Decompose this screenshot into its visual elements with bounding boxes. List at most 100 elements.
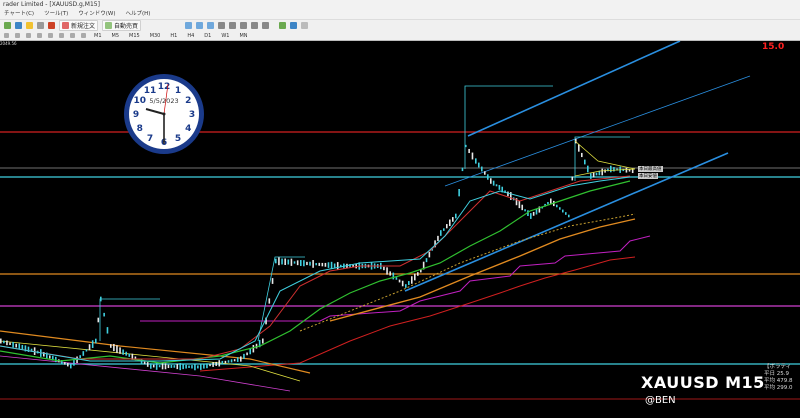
candle (601, 168, 604, 176)
candle (182, 364, 184, 370)
menu-tools[interactable]: ツール(T) (44, 10, 68, 19)
bar-chart-icon[interactable] (185, 22, 193, 29)
clock-numeral: 1 (175, 86, 181, 96)
period-icon[interactable] (290, 22, 298, 29)
navigator-icon[interactable] (37, 22, 44, 29)
candle (125, 351, 127, 356)
candle (290, 258, 293, 266)
timeframe-m5[interactable]: M5 (110, 33, 122, 39)
menu-bar: チャート(C) ツール(T) ウィンドウ(W) ヘルプ(H) (0, 10, 800, 19)
window-title: rader Limited - [XAUUSD.g,M15] (3, 1, 100, 8)
candle (446, 224, 448, 229)
templates-icon[interactable] (301, 22, 309, 29)
clock-numeral: 5 (175, 134, 181, 144)
candle (49, 355, 51, 359)
candle (471, 152, 474, 160)
candle (468, 148, 470, 154)
candle (103, 312, 105, 317)
candle (9, 342, 11, 346)
candle (556, 204, 558, 208)
volatility-box: 【ボラティ 平日 25.9 平均 479.8 平均 299.0 (764, 364, 800, 404)
timeframe-m30[interactable]: M30 (148, 33, 163, 39)
timeframe-h1[interactable]: H1 (168, 33, 179, 39)
profiles-icon[interactable] (15, 22, 22, 29)
candle (590, 173, 592, 179)
clock-numeral: 4 (185, 124, 191, 134)
menu-chart[interactable]: チャート(C) (4, 10, 34, 19)
candle (287, 259, 290, 265)
indicators-icon[interactable] (279, 22, 287, 29)
horizontal-line-icon[interactable] (37, 33, 42, 38)
auto-trade-label: 自動売買 (114, 23, 139, 30)
zoom-in-icon[interactable] (218, 22, 226, 29)
trendline-icon[interactable] (48, 33, 53, 38)
autoscroll-icon[interactable] (251, 22, 259, 29)
candle (535, 208, 538, 215)
timeframe-d1[interactable]: D1 (202, 33, 213, 39)
menu-help[interactable]: ヘルプ(H) (125, 10, 150, 19)
candle (116, 345, 118, 353)
candle (411, 276, 413, 284)
candle (309, 261, 311, 266)
clock-numeral: 7 (147, 134, 153, 144)
clock-numeral: 12 (158, 82, 171, 92)
candle (85, 349, 88, 352)
candle (487, 174, 489, 180)
candle (203, 364, 205, 369)
play-icon (105, 22, 113, 29)
shift-icon[interactable] (262, 22, 270, 29)
text-icon[interactable] (81, 33, 86, 38)
zoom-out-icon[interactable] (229, 22, 237, 29)
candle (405, 284, 407, 288)
candle (518, 201, 521, 209)
clock-numeral: 9 (133, 110, 139, 120)
clock-numeral: 3 (189, 110, 195, 120)
crosshair-icon[interactable] (15, 33, 20, 38)
tile-icon[interactable] (240, 22, 248, 29)
candle (461, 167, 464, 172)
candle (324, 262, 327, 267)
candle (158, 365, 161, 368)
candle (571, 176, 574, 181)
clock-numeral: 10 (133, 96, 146, 106)
candle (401, 280, 404, 287)
candle (82, 351, 85, 356)
timeframe-m1[interactable]: M1 (92, 33, 104, 39)
candle (481, 166, 483, 172)
analog-clock: 121234567891011 5/5/2023 (124, 74, 204, 154)
terminal-icon[interactable] (48, 22, 55, 29)
candle (176, 363, 179, 370)
candle (465, 144, 467, 148)
daily-high-tag: 本日最高値 (638, 166, 663, 172)
candle (484, 171, 486, 175)
main-toolbar: 新規注文 自動売買 (0, 19, 800, 31)
timeframe-mn[interactable]: MN (237, 33, 249, 39)
fibo-icon[interactable] (70, 33, 75, 38)
price-chart[interactable] (0, 41, 800, 418)
channel-icon[interactable] (59, 33, 64, 38)
cursor-icon[interactable] (4, 33, 9, 38)
candle (79, 355, 81, 359)
timeframe-m15[interactable]: M15 (127, 33, 142, 39)
menu-window[interactable]: ウィンドウ(W) (78, 10, 115, 19)
candle (455, 213, 457, 219)
candle (495, 184, 498, 187)
candle (67, 362, 69, 367)
candle (524, 209, 526, 212)
candle (550, 198, 552, 204)
new-chart-icon[interactable] (4, 22, 11, 29)
candle (197, 365, 199, 369)
vertical-line-icon[interactable] (26, 33, 31, 38)
candle (12, 341, 14, 348)
market-watch-icon[interactable] (26, 22, 33, 29)
clock-numeral: 8 (137, 124, 143, 134)
line-chart-icon[interactable] (207, 22, 215, 29)
candle (398, 279, 401, 283)
timeframe-h4[interactable]: H4 (185, 33, 196, 39)
candle-chart-icon[interactable] (196, 22, 204, 29)
new-order-button[interactable]: 新規注文 (59, 20, 99, 31)
order-icon (62, 22, 69, 29)
candle (278, 257, 280, 266)
timeframe-w1[interactable]: W1 (219, 33, 231, 39)
auto-trade-button[interactable]: 自動売買 (102, 20, 142, 31)
